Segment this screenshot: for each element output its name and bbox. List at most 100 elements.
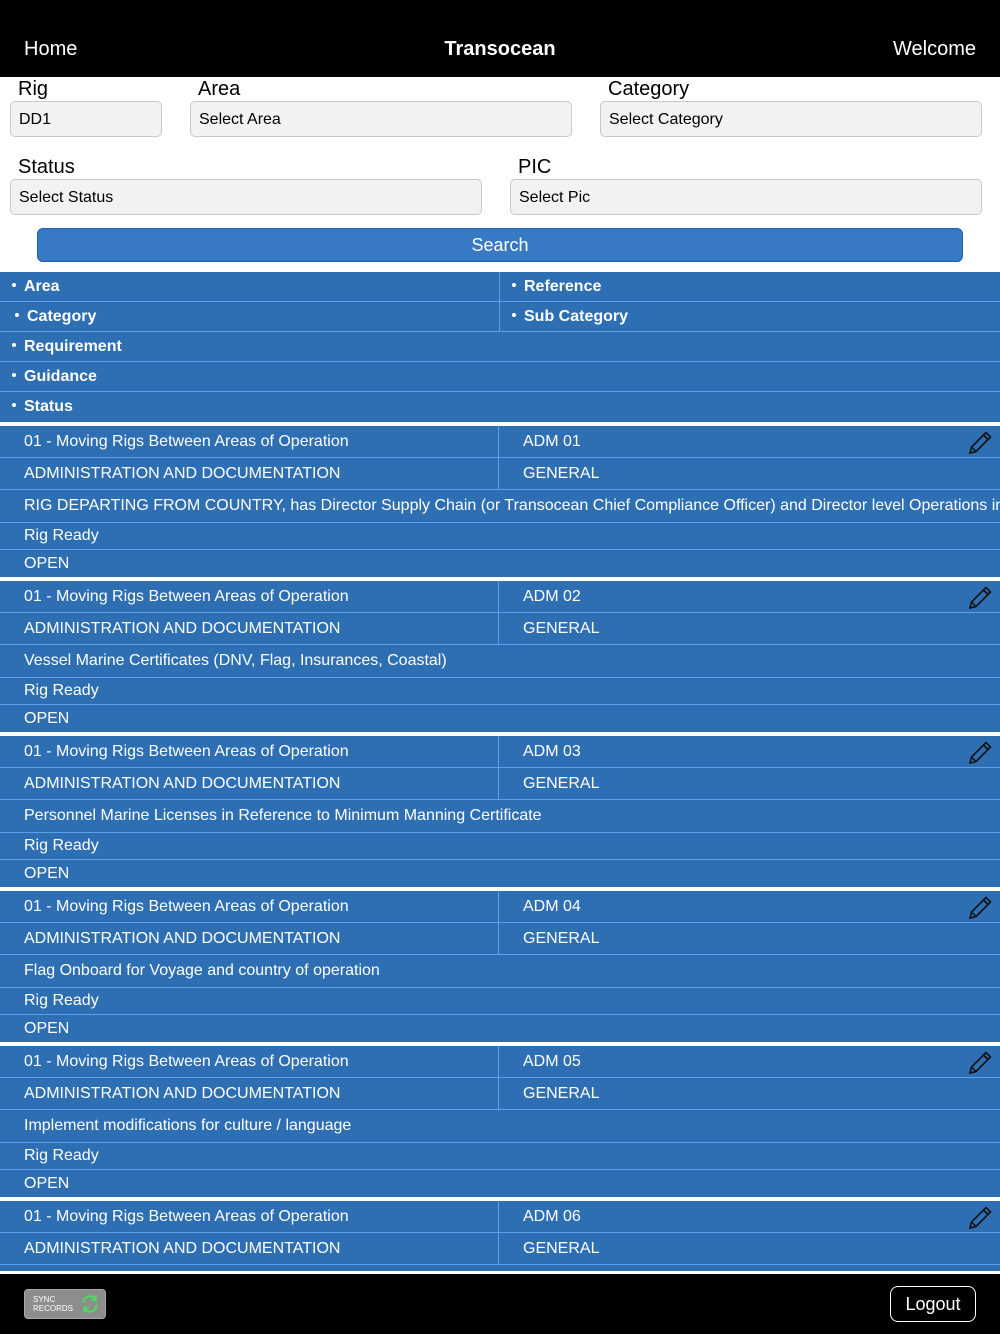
header-row: Status (0, 392, 1000, 422)
record-row-area: 01 - Moving Rigs Between Areas of Operat… (0, 891, 1000, 923)
record-row-requirement: RIG DEPARTING FROM COUNTRY, has Director… (0, 490, 1000, 523)
record-guidance: Rig Ready (24, 1147, 99, 1164)
record-item[interactable]: 01 - Moving Rigs Between Areas of Operat… (0, 581, 1000, 732)
record-row-area: 01 - Moving Rigs Between Areas of Operat… (0, 426, 1000, 458)
record-area: 01 - Moving Rigs Between Areas of Operat… (24, 742, 349, 760)
pic-select[interactable]: Select Pic (510, 179, 982, 215)
col-guidance: Guidance (24, 368, 97, 385)
record-requirement: RIG DEPARTING FROM COUNTRY, has Director… (24, 497, 1000, 514)
sync-records-button[interactable]: SYNC RECORDS (24, 1289, 106, 1319)
record-row-category: ADMINISTRATION AND DOCUMENTATION GENERAL (0, 1233, 1000, 1265)
record-sub-category: GENERAL (523, 619, 600, 637)
record-item[interactable]: 01 - Moving Rigs Between Areas of Operat… (0, 736, 1000, 887)
record-row-area: 01 - Moving Rigs Between Areas of Operat… (0, 581, 1000, 613)
welcome-button[interactable]: Welcome (893, 38, 976, 61)
record-row-category: ADMINISTRATION AND DOCUMENTATION GENERAL (0, 923, 1000, 955)
record-guidance: Rig Ready (24, 837, 99, 854)
record-status: OPEN (24, 554, 70, 572)
record-reference: ADM 04 (523, 897, 581, 915)
pencil-icon[interactable] (966, 584, 994, 612)
record-area: 01 - Moving Rigs Between Areas of Operat… (24, 587, 349, 605)
record-category: ADMINISTRATION AND DOCUMENTATION (24, 1239, 341, 1257)
search-button[interactable]: Search (37, 228, 963, 262)
col-category: Category (27, 308, 97, 325)
record-reference: ADM 02 (523, 587, 581, 605)
col-reference: Reference (524, 278, 602, 295)
record-sub-category: GENERAL (523, 774, 600, 792)
pencil-icon[interactable] (966, 429, 994, 457)
col-sub-category: Sub Category (524, 308, 629, 325)
record-status: OPEN (24, 709, 70, 727)
record-row-area: 01 - Moving Rigs Between Areas of Operat… (0, 736, 1000, 768)
record-sub-category: GENERAL (523, 1239, 600, 1257)
record-row-guidance: Rig Ready (0, 833, 1000, 860)
top-nav-bar: Home Transocean Welcome (0, 0, 1000, 77)
pic-label: PIC (518, 156, 552, 178)
bottom-bar: SYNC RECORDS Logout (0, 1274, 1000, 1334)
pencil-icon[interactable] (966, 1204, 994, 1232)
record-item[interactable]: 01 - Moving Rigs Between Areas of Operat… (0, 891, 1000, 1042)
record-guidance: Rig Ready (24, 527, 99, 544)
record-row-guidance: Rig Ready (0, 678, 1000, 705)
record-requirement: Personnel Marine Licenses in Reference t… (24, 807, 542, 824)
record-reference: ADM 01 (523, 432, 581, 450)
record-category: ADMINISTRATION AND DOCUMENTATION (24, 1084, 341, 1102)
record-sub-category: GENERAL (523, 929, 600, 947)
record-row-requirement: Vessel Marine Certificates (DNV, Flag, I… (0, 645, 1000, 678)
status-label: Status (18, 156, 75, 178)
record-area: 01 - Moving Rigs Between Areas of Operat… (24, 1207, 349, 1225)
record-row-status: OPEN (0, 860, 1000, 887)
record-reference: ADM 05 (523, 1052, 581, 1070)
record-row-requirement: Implement modifications for culture / la… (0, 1110, 1000, 1143)
record-category: ADMINISTRATION AND DOCUMENTATION (24, 774, 341, 792)
col-status: Status (24, 398, 73, 415)
col-requirement: Requirement (24, 338, 122, 355)
pencil-icon[interactable] (966, 1049, 994, 1077)
record-requirement: Vessel Marine Certificates (DNV, Flag, I… (24, 652, 447, 669)
record-category: ADMINISTRATION AND DOCUMENTATION (24, 619, 341, 637)
record-row-category: ADMINISTRATION AND DOCUMENTATION GENERAL (0, 768, 1000, 800)
record-status: OPEN (24, 1174, 70, 1192)
record-item[interactable]: 01 - Moving Rigs Between Areas of Operat… (0, 1046, 1000, 1197)
header-row: Area Reference (0, 272, 1000, 302)
category-label: Category (608, 78, 690, 100)
record-guidance: Rig Ready (24, 992, 99, 1009)
record-status: OPEN (24, 864, 70, 882)
record-sub-category: GENERAL (523, 1084, 600, 1102)
record-row-category: ADMINISTRATION AND DOCUMENTATION GENERAL (0, 1078, 1000, 1110)
record-row-status: OPEN (0, 1015, 1000, 1042)
pencil-icon[interactable] (966, 894, 994, 922)
record-area: 01 - Moving Rigs Between Areas of Operat… (24, 1052, 349, 1070)
record-row-status: OPEN (0, 1170, 1000, 1197)
rig-field[interactable]: DD1 (10, 101, 162, 137)
status-select[interactable]: Select Status (10, 179, 482, 215)
record-area: 01 - Moving Rigs Between Areas of Operat… (24, 432, 349, 450)
record-row-category: ADMINISTRATION AND DOCUMENTATION GENERAL (0, 458, 1000, 490)
category-select[interactable]: Select Category (600, 101, 982, 137)
record-category: ADMINISTRATION AND DOCUMENTATION (24, 929, 341, 947)
logout-button[interactable]: Logout (890, 1286, 976, 1322)
record-item[interactable]: 01 - Moving Rigs Between Areas of Operat… (0, 426, 1000, 577)
pencil-icon[interactable] (966, 739, 994, 767)
record-list: 01 - Moving Rigs Between Areas of Operat… (0, 422, 1000, 1271)
header-row: Requirement (0, 332, 1000, 362)
header-row: Category Sub Category (0, 302, 1000, 332)
results-grid: Area Reference Category Sub Category Req… (0, 272, 1000, 1271)
app-title: Transocean (444, 38, 556, 60)
record-row-requirement: Personnel Marine Licenses in Reference t… (0, 800, 1000, 833)
area-label: Area (198, 78, 241, 100)
record-item[interactable]: 01 - Moving Rigs Between Areas of Operat… (0, 1201, 1000, 1271)
record-row-requirement: Flag Onboard for Voyage and country of o… (0, 955, 1000, 988)
rig-label: Rig (18, 78, 49, 100)
sync-arrows-icon (82, 1295, 98, 1313)
record-row-guidance: Rig Ready (0, 988, 1000, 1015)
header-row: Guidance (0, 362, 1000, 392)
record-row-requirement (0, 1265, 1000, 1271)
record-reference: ADM 06 (523, 1207, 581, 1225)
area-select[interactable]: Select Area (190, 101, 572, 137)
record-guidance: Rig Ready (24, 682, 99, 699)
record-status: OPEN (24, 1019, 70, 1037)
record-row-guidance: Rig Ready (0, 1143, 1000, 1170)
record-row-status: OPEN (0, 550, 1000, 577)
record-reference: ADM 03 (523, 742, 581, 760)
